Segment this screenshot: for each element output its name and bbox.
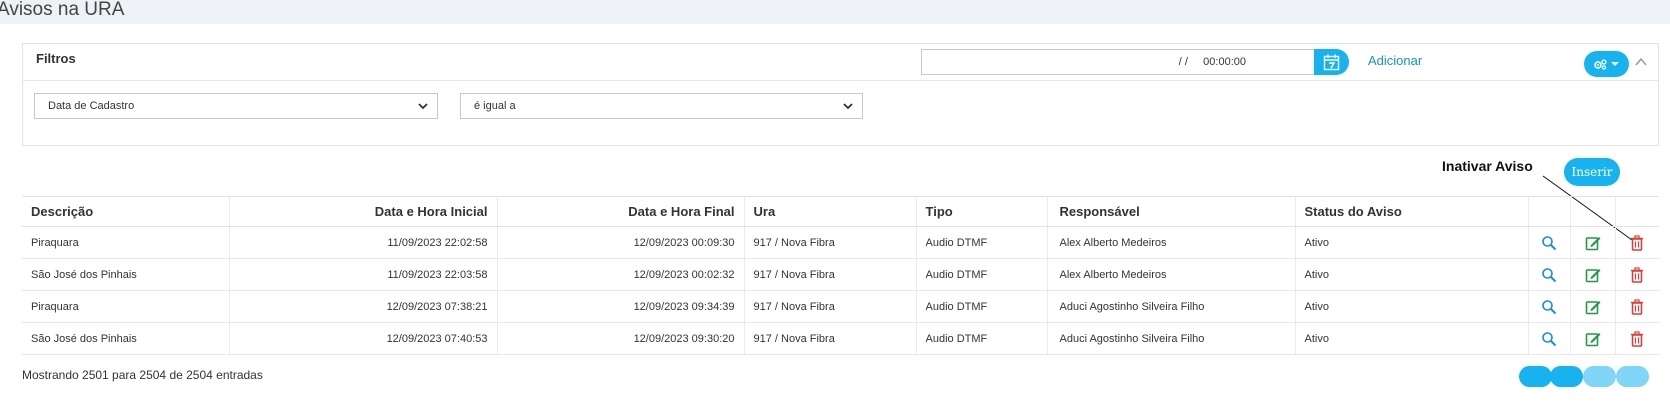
cell-descricao: Piraquara [22,290,230,323]
cell-responsavel: Aduci Agostinho Silveira Filho [1047,290,1296,323]
row-action-cell [1528,290,1571,323]
filter-date-input[interactable]: / / 00:00:00 [921,49,1315,75]
cell-responsavel: Aduci Agostinho Silveira Filho [1047,322,1296,355]
filter-field-select[interactable]: Data de Cadastro [34,93,438,119]
search-icon[interactable] [1541,299,1557,315]
trash-icon[interactable] [1629,266,1645,283]
row-action-cell [1570,322,1616,355]
cell-final: 12/09/2023 09:30:20 [497,322,745,355]
filter-settings-button[interactable] [1584,51,1629,77]
row-action-cell [1528,226,1571,259]
row-action-cell [1570,258,1616,291]
filter-field-value: Data de Cadastro [48,100,135,112]
search-icon[interactable] [1541,235,1557,251]
search-icon[interactable] [1541,331,1557,347]
top-bar [0,0,1670,24]
trash-icon[interactable] [1629,298,1645,315]
edit-icon[interactable] [1585,299,1601,315]
edit-icon[interactable] [1585,267,1601,283]
column-header[interactable]: Responsável [1047,196,1296,227]
row-action-cell [1615,322,1659,355]
cell-inicial: 11/09/2023 22:03:58 [229,258,498,291]
chevron-up-icon[interactable] [1634,55,1648,69]
column-header[interactable]: Status do Aviso [1295,196,1529,227]
filter-date-value: / / 00:00:00 [1178,56,1246,68]
row-action-cell [1528,322,1571,355]
cell-status: Ativo [1295,258,1529,291]
chevron-down-icon [418,103,428,110]
cell-descricao: São José dos Pinhais [22,258,230,291]
edit-icon[interactable] [1585,235,1601,251]
row-action-cell [1570,226,1616,259]
cell-status: Ativo [1295,322,1529,355]
row-action-cell [1570,290,1616,323]
table-row: São José dos Pinhais 12/09/2023 07:40:53 1… [22,322,1659,355]
table-row: Piraquara 11/09/2023 22:02:58 12/09/2023 0… [22,226,1659,259]
trash-icon[interactable] [1629,234,1645,251]
trash-icon[interactable] [1629,330,1645,347]
cell-tipo: Audio DTMF [916,322,1048,355]
cell-responsavel: Alex Alberto Medeiros [1047,226,1296,259]
cell-final: 12/09/2023 00:02:32 [497,258,745,291]
gears-icon [1594,58,1607,70]
row-action-cell [1615,226,1659,259]
calendar-button[interactable] [1314,49,1349,75]
insert-button[interactable]: Inserir [1564,158,1620,186]
notices-table: Descrição Data e Hora Inicial Data e Hor… [22,196,1659,355]
table-row: São José dos Pinhais 11/09/2023 22:03:58 1… [22,258,1659,291]
add-filter-link[interactable]: Adicionar [1368,53,1422,68]
row-action-cell [1615,290,1659,323]
table-row: Piraquara 12/09/2023 07:38:21 12/09/2023 0… [22,290,1659,323]
column-header-actions [1615,196,1659,227]
column-header-actions [1528,196,1571,227]
cell-final: 12/09/2023 09:34:39 [497,290,745,323]
annotation-label: Inativar Aviso [1442,158,1533,174]
cell-status: Ativo [1295,290,1529,323]
column-header[interactable]: Data e Hora Final [497,196,745,227]
page-title: Avisos na URA [0,0,125,20]
column-header[interactable]: Ura [744,196,917,227]
pagination-info: Mostrando 2501 para 2504 de 2504 entrada… [22,368,263,382]
filter-operator-value: é igual a [474,100,516,112]
row-action-cell [1528,258,1571,291]
caret-down-icon [1611,62,1619,66]
column-header[interactable]: Tipo [916,196,1048,227]
cell-inicial: 12/09/2023 07:38:21 [229,290,498,323]
pager-last-button[interactable] [1616,366,1649,387]
cell-ura: 917 / Nova Fibra [744,226,917,259]
cell-inicial: 11/09/2023 22:02:58 [229,226,498,259]
chevron-down-icon [843,103,853,110]
cell-inicial: 12/09/2023 07:40:53 [229,322,498,355]
pager-first-button[interactable] [1519,366,1552,387]
filter-operator-select[interactable]: é igual a [460,93,863,119]
cell-descricao: Piraquara [22,226,230,259]
cell-ura: 917 / Nova Fibra [744,322,917,355]
search-icon[interactable] [1541,267,1557,283]
row-action-cell [1615,258,1659,291]
column-header[interactable]: Data e Hora Inicial [229,196,498,227]
column-header[interactable]: Descrição [22,196,230,227]
cell-tipo: Audio DTMF [916,290,1048,323]
cell-ura: 917 / Nova Fibra [744,290,917,323]
cell-descricao: São José dos Pinhais [22,322,230,355]
cell-final: 12/09/2023 00:09:30 [497,226,745,259]
cell-tipo: Audio DTMF [916,226,1048,259]
pager-next-button[interactable] [1583,366,1616,387]
table-header-row: Descrição Data e Hora Inicial Data e Hor… [22,196,1659,227]
cell-status: Ativo [1295,226,1529,259]
edit-icon[interactable] [1585,331,1601,347]
cell-responsavel: Alex Alberto Medeiros [1047,258,1296,291]
pager-previous-button[interactable] [1550,366,1583,387]
filters-title: Filtros [36,51,76,66]
column-header-actions [1570,196,1616,227]
cell-ura: 917 / Nova Fibra [744,258,917,291]
calendar-icon [1323,54,1340,70]
cell-tipo: Audio DTMF [916,258,1048,291]
